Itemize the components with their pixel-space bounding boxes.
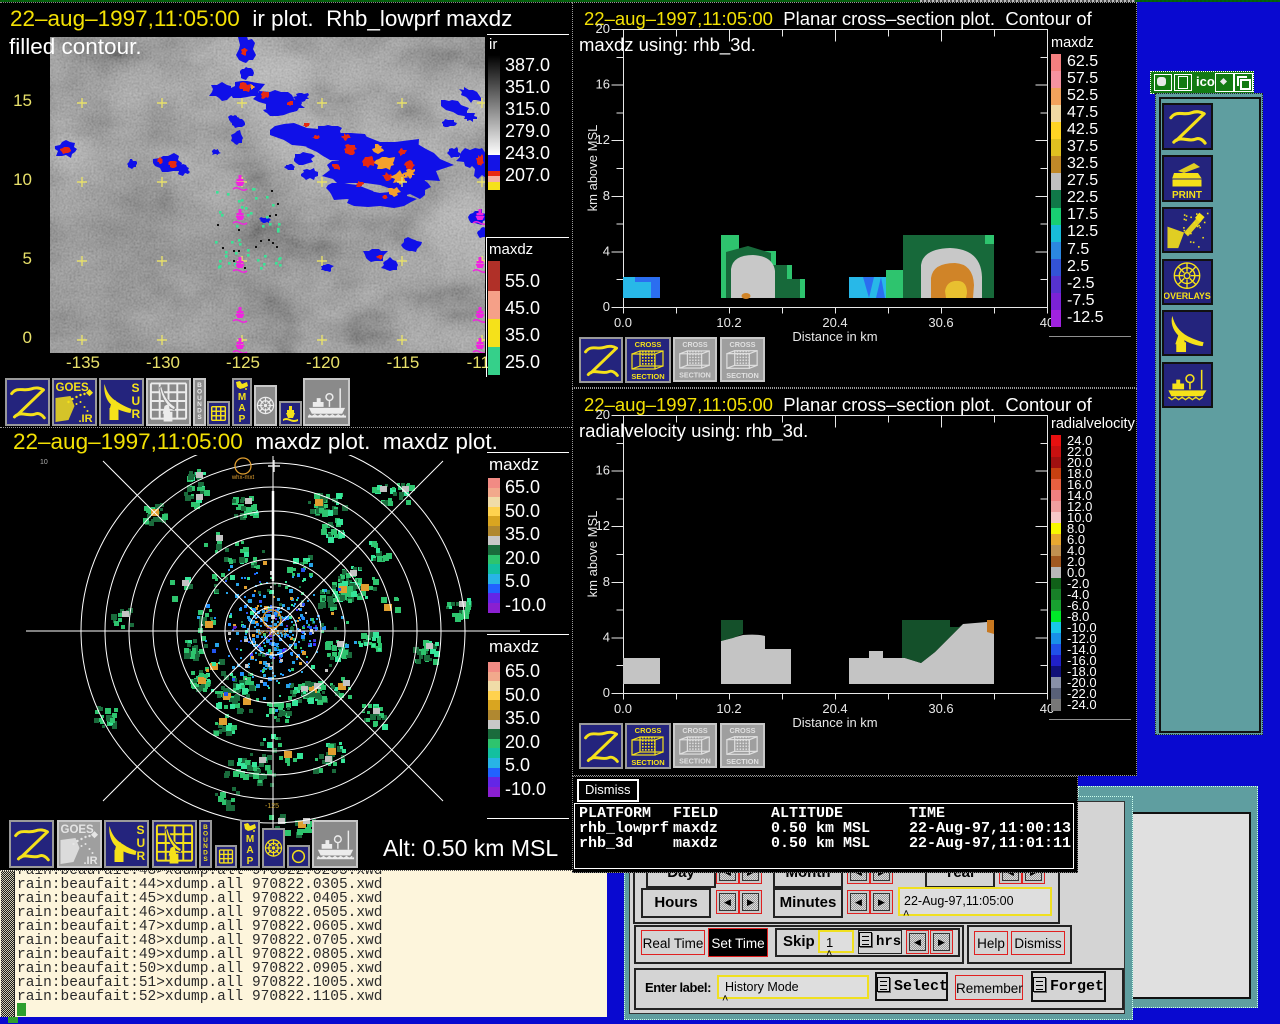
svg-text:S: S bbox=[203, 856, 208, 863]
svg-text:GOES: GOES bbox=[61, 824, 95, 836]
svg-text:.IR: .IR bbox=[79, 413, 93, 424]
svg-text:R: R bbox=[132, 407, 141, 421]
svg-text:20.4: 20.4 bbox=[822, 315, 847, 330]
svg-text:0: 0 bbox=[603, 685, 610, 700]
svg-text:A: A bbox=[238, 403, 245, 414]
svg-text:b<-125-0: b<-125-0 bbox=[258, 630, 286, 637]
svg-text:A: A bbox=[246, 845, 253, 856]
svg-text:SECTION: SECTION bbox=[679, 372, 711, 380]
svg-text:8: 8 bbox=[603, 574, 610, 589]
svg-text:CROSS: CROSS bbox=[729, 340, 755, 349]
svg-text:PRINT: PRINT bbox=[1172, 190, 1202, 200]
svg-text:CROSS: CROSS bbox=[682, 727, 708, 735]
svg-text:10.2: 10.2 bbox=[716, 701, 741, 716]
svg-text:CROSS: CROSS bbox=[729, 726, 755, 735]
svg-text:4: 4 bbox=[603, 243, 610, 258]
svg-text:4: 4 bbox=[603, 629, 610, 644]
svg-text:OVERLAYS: OVERLAYS bbox=[1164, 291, 1211, 301]
svg-text:8: 8 bbox=[603, 188, 610, 203]
svg-text:R: R bbox=[137, 849, 146, 863]
svg-text:M: M bbox=[238, 392, 246, 403]
svg-text:16: 16 bbox=[596, 77, 610, 92]
svg-text:S: S bbox=[132, 381, 140, 395]
svg-text:-125: -125 bbox=[265, 803, 279, 810]
svg-text:SECTION: SECTION bbox=[631, 758, 664, 767]
svg-text:20: 20 bbox=[596, 407, 610, 422]
svg-text:SECTION: SECTION bbox=[679, 758, 711, 766]
svg-text:0: 0 bbox=[603, 299, 610, 314]
svg-text:CROSS: CROSS bbox=[635, 340, 662, 349]
svg-text:Distance in km: Distance in km bbox=[792, 715, 877, 729]
svg-text:SECTION: SECTION bbox=[726, 371, 759, 380]
svg-text:0.0: 0.0 bbox=[614, 701, 632, 716]
svg-text:30.6: 30.6 bbox=[928, 701, 953, 716]
svg-text:km above MSL: km above MSL bbox=[585, 511, 600, 598]
svg-text:Distance in km: Distance in km bbox=[792, 329, 877, 343]
svg-text:30.6: 30.6 bbox=[928, 315, 953, 330]
svg-text:16: 16 bbox=[596, 463, 610, 478]
svg-text:km above MSL: km above MSL bbox=[585, 125, 600, 212]
svg-text:P: P bbox=[239, 414, 246, 424]
svg-text:20: 20 bbox=[596, 21, 610, 36]
svg-text:CROSS: CROSS bbox=[635, 726, 662, 735]
svg-text:10: 10 bbox=[40, 459, 48, 466]
svg-text:U: U bbox=[137, 836, 146, 850]
svg-text:U: U bbox=[132, 394, 141, 408]
svg-text:M: M bbox=[246, 834, 254, 845]
svg-text:20.4: 20.4 bbox=[822, 701, 847, 716]
svg-text:S: S bbox=[197, 414, 202, 421]
svg-text:SECTION: SECTION bbox=[631, 372, 664, 381]
svg-text:S: S bbox=[137, 823, 145, 837]
svg-text:.IR: .IR bbox=[84, 855, 98, 866]
svg-text:10.2: 10.2 bbox=[716, 315, 741, 330]
svg-text:CROSS: CROSS bbox=[682, 341, 708, 349]
svg-text:GOES: GOES bbox=[56, 382, 90, 394]
svg-text:0.0: 0.0 bbox=[614, 315, 632, 330]
svg-text:P: P bbox=[247, 856, 254, 866]
svg-text:SECTION: SECTION bbox=[726, 757, 759, 766]
svg-text:whx-mxt: whx-mxt bbox=[231, 475, 255, 481]
